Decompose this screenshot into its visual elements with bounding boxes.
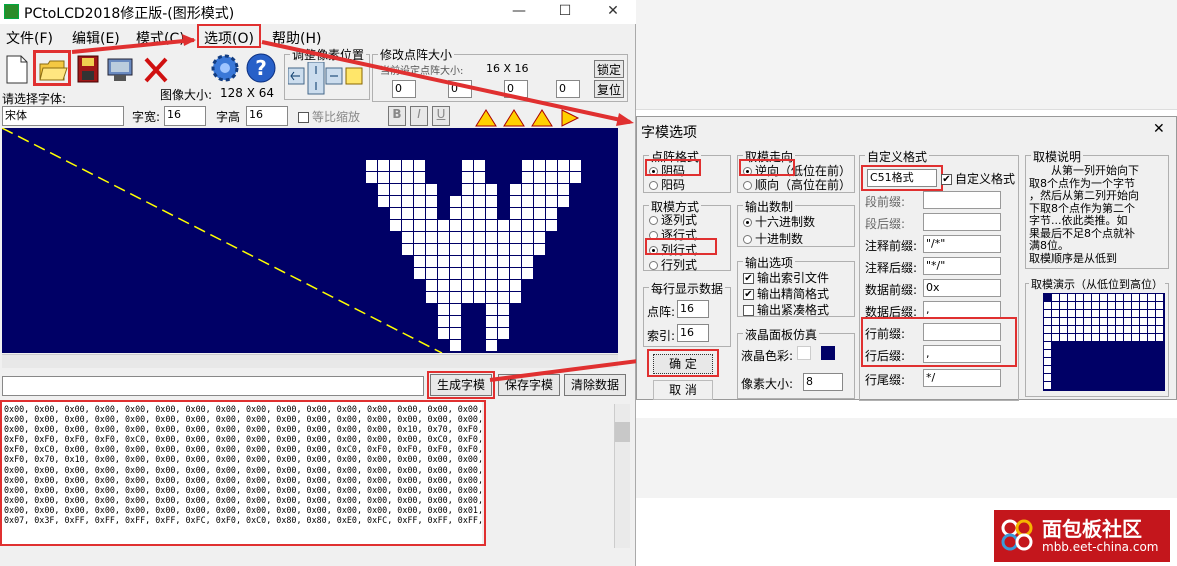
check-compact[interactable]: ✔ 输出精简格式 <box>743 285 829 302</box>
demo-label: 取模演示（从低位到高位） <box>1029 276 1165 292</box>
logo-mark-icon <box>998 516 1036 554</box>
seg-prefix-field[interactable] <box>923 191 1001 209</box>
field-label: 数据前缀: <box>865 283 918 297</box>
per-line-label: 每行显示数据 <box>649 280 726 297</box>
desc-line: 从第一列开始向下 <box>1051 164 1139 177</box>
radio-decimal[interactable]: 十进制数 <box>743 230 803 247</box>
lcd-label: 液晶面板仿真 <box>743 326 820 343</box>
dialog-title: 字模选项 <box>641 125 697 141</box>
radio-label: 逐列式 <box>661 213 698 227</box>
custom-format-check[interactable]: ✔ 自定义格式 <box>941 170 1015 187</box>
field-label: 注释前缀: <box>865 239 918 253</box>
description-text: 从第一列开始向下 取8个点作为一个字节 ，然后从第二列开始向 下取8个点作为第二… <box>1029 164 1167 265</box>
radio-label: 阳码 <box>661 178 686 192</box>
radio-forward[interactable]: 顺向（高位在前） <box>743 176 851 193</box>
dot-count-label: 点阵: <box>647 305 676 319</box>
format-select-highlight <box>861 165 943 191</box>
index-count-label: 索引: <box>647 329 676 343</box>
check-label: 输出精简格式 <box>757 287 830 301</box>
radio-label: 行列式 <box>661 258 698 272</box>
dialog-close-icon[interactable]: ✕ <box>1153 121 1165 137</box>
field-label: 行尾缀: <box>865 373 906 387</box>
line-fix-highlight <box>861 317 1017 367</box>
logo-url: mbb.eet-china.com <box>1042 540 1159 554</box>
desc-line: 满8位。 <box>1029 239 1069 252</box>
field-label: 段前缀: <box>865 195 906 209</box>
description-label: 取模说明 <box>1031 148 1084 165</box>
field-label: 段后缀: <box>865 217 906 231</box>
lcd-bg-swatch[interactable] <box>797 346 811 360</box>
desc-line: 字节...依此类推。如 <box>1029 214 1128 227</box>
dot-format-highlight <box>645 159 701 176</box>
desc-line: ，然后从第二列开始向 <box>1029 189 1139 202</box>
index-count-select[interactable]: 16 <box>677 324 709 342</box>
site-logo: 面包板社区 mbb.eet-china.com <box>994 510 1170 562</box>
lcd-color-label: 液晶色彩: <box>741 349 794 363</box>
line-end-field[interactable]: */ <box>923 369 1001 387</box>
comment-prefix-field[interactable]: "/*" <box>923 235 1001 253</box>
radio-row-column[interactable]: 行列式 <box>649 256 697 273</box>
pixel-size-select[interactable]: 8 <box>803 373 843 391</box>
data-prefix-field[interactable]: 0x <box>923 279 1001 297</box>
check-label: 输出紧凑格式 <box>757 303 830 317</box>
ok-button[interactable]: 确 定 <box>653 354 713 374</box>
radio-label: 顺向（高位在前） <box>755 178 852 192</box>
check-label: 自定义格式 <box>955 172 1016 186</box>
dot-count-select[interactable]: 16 <box>677 300 709 318</box>
check-label: 输出索引文件 <box>757 271 830 285</box>
demo-preview <box>1043 293 1165 391</box>
lcd-color-swatch[interactable] <box>821 346 835 360</box>
mode-highlight <box>645 238 717 255</box>
radio-label: 十进制数 <box>755 232 804 246</box>
seg-suffix-field[interactable] <box>923 213 1001 231</box>
check-tight[interactable]: 输出紧凑格式 <box>743 301 829 318</box>
desc-line: 取模顺序是从低到 <box>1029 251 1117 265</box>
logo-brand: 面包板社区 <box>1042 517 1142 541</box>
radio-label: 十六进制数 <box>755 215 816 229</box>
custom-format-label: 自定义格式 <box>865 148 930 165</box>
radio-hex[interactable]: 十六进制数 <box>743 213 815 230</box>
radio-dot-positive[interactable]: 阳码 <box>649 176 685 193</box>
pixel-size-label: 像素大小: <box>741 377 794 391</box>
check-index-file[interactable]: ✔ 输出索引文件 <box>743 269 829 286</box>
direction-highlight <box>739 159 795 176</box>
comment-suffix-field[interactable]: "*/" <box>923 257 1001 275</box>
font-options-dialog: 字模选项 ✕ 点阵格式 阴码 阳码 取模走向 逆向（低位在前） 顺向（高位在前）… <box>636 116 1177 401</box>
field-label: 注释后缀: <box>865 261 918 275</box>
cancel-button[interactable]: 取 消 <box>653 380 713 400</box>
